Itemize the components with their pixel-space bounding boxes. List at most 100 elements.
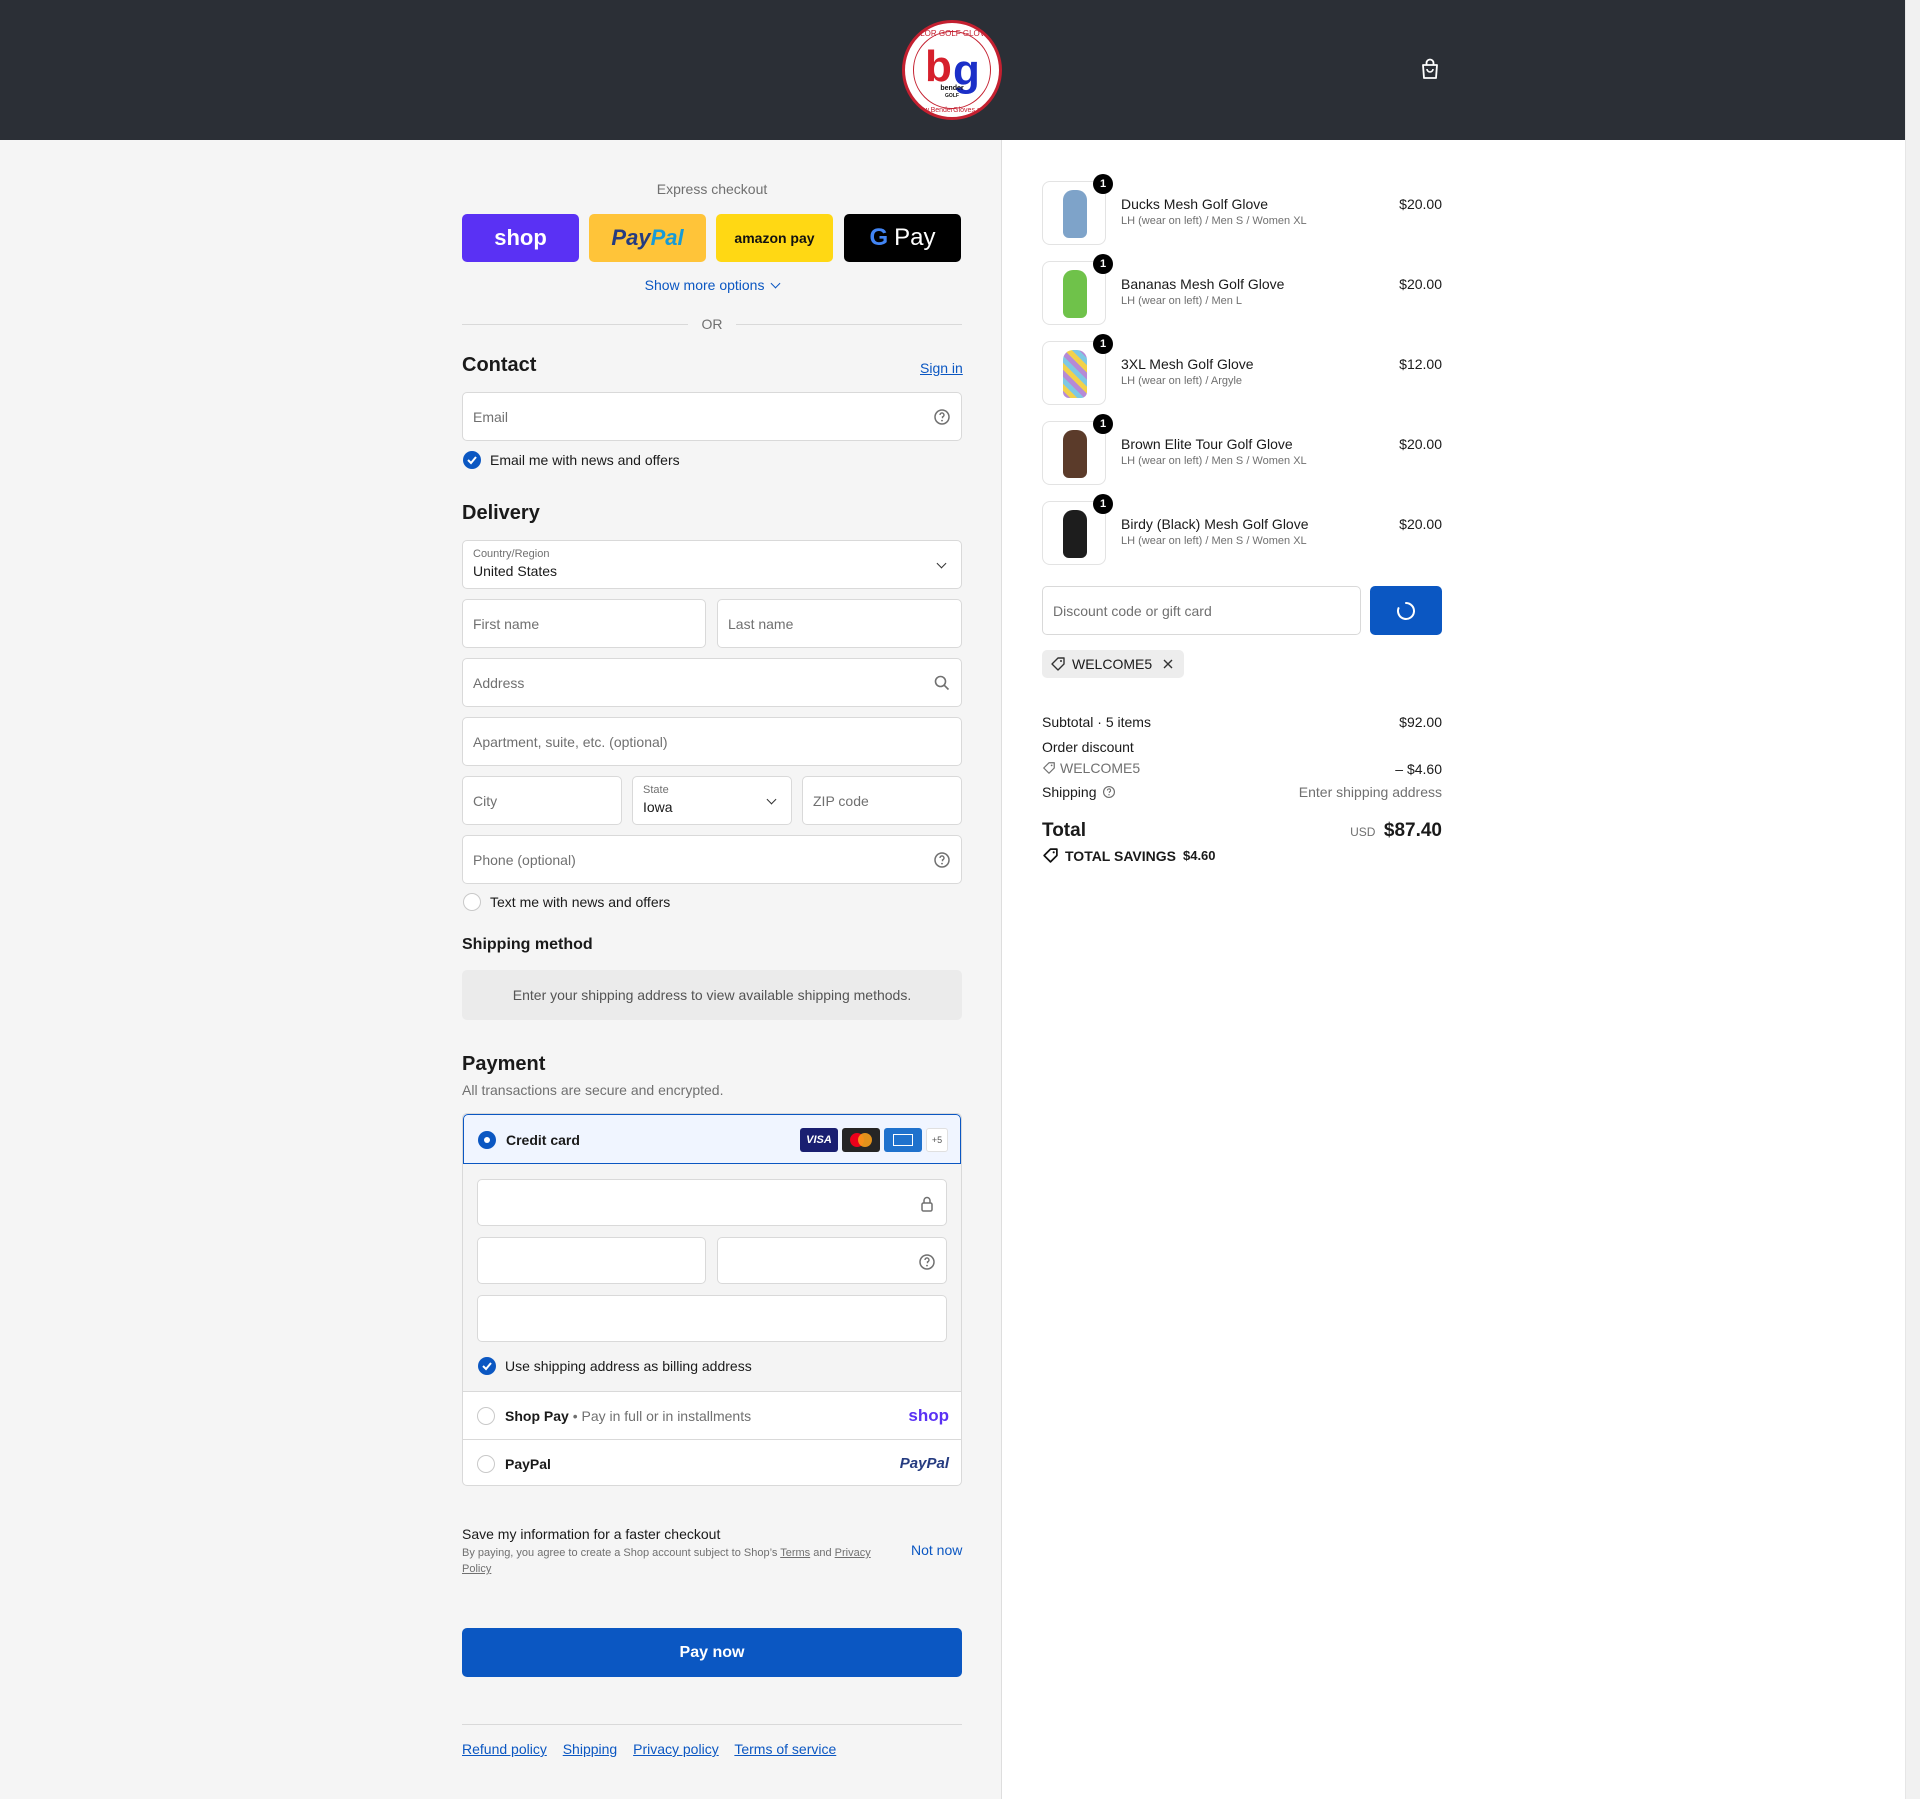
name-on-card-field[interactable] [477, 1295, 947, 1342]
more-cards-badge: +5 [926, 1128, 948, 1152]
item-name: 3XL Mesh Golf Glove [1121, 356, 1254, 372]
show-more-options-link[interactable]: Show more options [462, 277, 962, 293]
text-me-checkbox[interactable] [463, 893, 481, 911]
currency-label: USD [1350, 825, 1376, 839]
apply-discount-button[interactable] [1370, 586, 1442, 635]
city-field[interactable]: City [462, 776, 622, 825]
country-select[interactable]: Country/Region United States [462, 540, 962, 589]
quantity-badge: 1 [1093, 414, 1113, 434]
sign-in-link[interactable]: Sign in [920, 360, 963, 376]
item-name: Birdy (Black) Mesh Golf Glove [1121, 516, 1309, 532]
divider-left [462, 324, 688, 325]
footer-divider [462, 1724, 962, 1725]
google-pay-button[interactable]: G Pay [844, 214, 961, 262]
apartment-field[interactable]: Apartment, suite, etc. (optional) [462, 717, 962, 766]
paypal-button[interactable]: Pay Pal [589, 214, 706, 262]
help-circle-icon[interactable] [1102, 785, 1116, 799]
order-discount-label: Order discount [1042, 739, 1134, 755]
save-info-title: Save my information for a faster checkou… [462, 1526, 721, 1542]
visa-icon: VISA [800, 1128, 838, 1152]
privacy-policy-footer-link[interactable]: Privacy policy [633, 1741, 719, 1757]
discount-code-field[interactable]: Discount code or gift card [1042, 586, 1361, 635]
discount-value: – $4.60 [1395, 761, 1442, 777]
state-label: State [643, 784, 669, 796]
google-g-icon: G [869, 224, 889, 251]
paypal-radio[interactable] [477, 1455, 495, 1473]
scrollbar[interactable] [1905, 0, 1920, 1799]
amazon-pay-button[interactable]: amazon pay [716, 214, 833, 262]
terms-prefix: By paying, you agree to create a Shop ac… [462, 1547, 778, 1559]
contact-heading: Contact [462, 354, 537, 376]
search-icon [934, 675, 950, 691]
payment-heading: Payment [462, 1053, 546, 1075]
express-checkout-title: Express checkout [656, 181, 768, 197]
refund-policy-link[interactable]: Refund policy [462, 1741, 547, 1757]
first-name-field[interactable]: First name [462, 599, 706, 648]
chevron-down-icon [936, 558, 947, 569]
country-label: Country/Region [473, 548, 550, 560]
zip-field[interactable]: ZIP code [802, 776, 962, 825]
total-savings-value: $4.60 [1182, 848, 1216, 863]
discount-code-line: WELCOME5 [1042, 760, 1140, 776]
security-code-field[interactable] [717, 1237, 947, 1284]
terms-of-service-link[interactable]: Terms of service [734, 1741, 836, 1757]
phone-field[interactable]: Phone (optional) [462, 835, 962, 884]
address-field[interactable]: Address [462, 658, 962, 707]
discount-code-text: WELCOME5 [1060, 760, 1141, 776]
credit-card-label: Credit card [506, 1132, 580, 1148]
news-checkbox[interactable] [463, 451, 481, 469]
shop-pay-radio[interactable] [477, 1407, 495, 1425]
footer-links: Refund policy Shipping Privacy policy Te… [462, 1741, 836, 1757]
terms-link[interactable]: Terms [780, 1547, 810, 1559]
last-name-placeholder: Last name [728, 616, 794, 632]
delivery-heading: Delivery [462, 502, 540, 524]
paypal-option[interactable]: PayPal PayPal [463, 1440, 961, 1485]
total-amount: USD $87.40 [1242, 820, 1442, 842]
chevron-down-icon [766, 794, 777, 805]
item-variant: LH (wear on left) / Argyle [1121, 375, 1243, 387]
pay-now-button[interactable]: Pay now [462, 1628, 962, 1677]
shipping-method-heading: Shipping method [462, 936, 593, 953]
terms-and: and [813, 1547, 832, 1559]
help-circle-icon[interactable] [933, 851, 951, 869]
logo-bottom-text: www.BenderGloves.com [913, 107, 991, 114]
billing-same-checkbox[interactable] [478, 1357, 496, 1375]
total-value: $87.40 [1383, 820, 1442, 841]
store-logo[interactable]: COLOR GOLF GLOVES b g bender GOLF www.Be… [902, 20, 1002, 120]
news-checkbox-label: Email me with news and offers [490, 452, 680, 468]
email-field[interactable]: Email [462, 392, 962, 441]
item-price: $20.00 [1399, 276, 1442, 292]
credit-card-option[interactable]: Credit card VISA +5 [463, 1114, 961, 1164]
close-icon[interactable] [1162, 658, 1174, 670]
not-now-button[interactable]: Not now [911, 1542, 962, 1558]
item-price: $20.00 [1399, 516, 1442, 532]
expiration-date-field[interactable] [477, 1237, 706, 1284]
check-icon [467, 456, 477, 465]
shipping-policy-link[interactable]: Shipping [563, 1741, 618, 1757]
apartment-placeholder: Apartment, suite, etc. (optional) [473, 734, 668, 750]
state-select[interactable]: State Iowa [632, 776, 792, 825]
card-number-field[interactable] [477, 1179, 947, 1226]
amazon-pay-label: amazon pay [734, 230, 815, 246]
city-placeholder: City [473, 793, 498, 809]
credit-card-radio[interactable] [478, 1131, 496, 1149]
card-details-panel: Use shipping address as billing address [463, 1164, 961, 1392]
shopping-bag-icon[interactable] [1420, 58, 1440, 80]
item-variant: LH (wear on left) / Men S / Women XL [1121, 215, 1307, 227]
shop-pay-option[interactable]: Shop Pay • Pay in full or in installment… [463, 1392, 961, 1440]
country-value: United States [473, 563, 558, 579]
quantity-badge: 1 [1093, 494, 1113, 514]
phone-placeholder: Phone (optional) [473, 852, 576, 868]
help-circle-icon[interactable] [933, 408, 951, 426]
help-circle-icon[interactable] [918, 1253, 936, 1271]
amex-icon [884, 1128, 922, 1152]
product-image: 1 [1042, 414, 1113, 485]
shop-pay-option-label: Shop Pay [505, 1408, 569, 1424]
zip-placeholder: ZIP code [813, 793, 869, 809]
glove-icon [1063, 270, 1087, 318]
logo-sub: GOLF [945, 93, 959, 99]
shop-pay-button[interactable]: shop [462, 214, 579, 262]
shop-pay-label: shop [494, 225, 547, 250]
payment-subtitle: All transactions are secure and encrypte… [462, 1082, 724, 1098]
last-name-field[interactable]: Last name [717, 599, 962, 648]
